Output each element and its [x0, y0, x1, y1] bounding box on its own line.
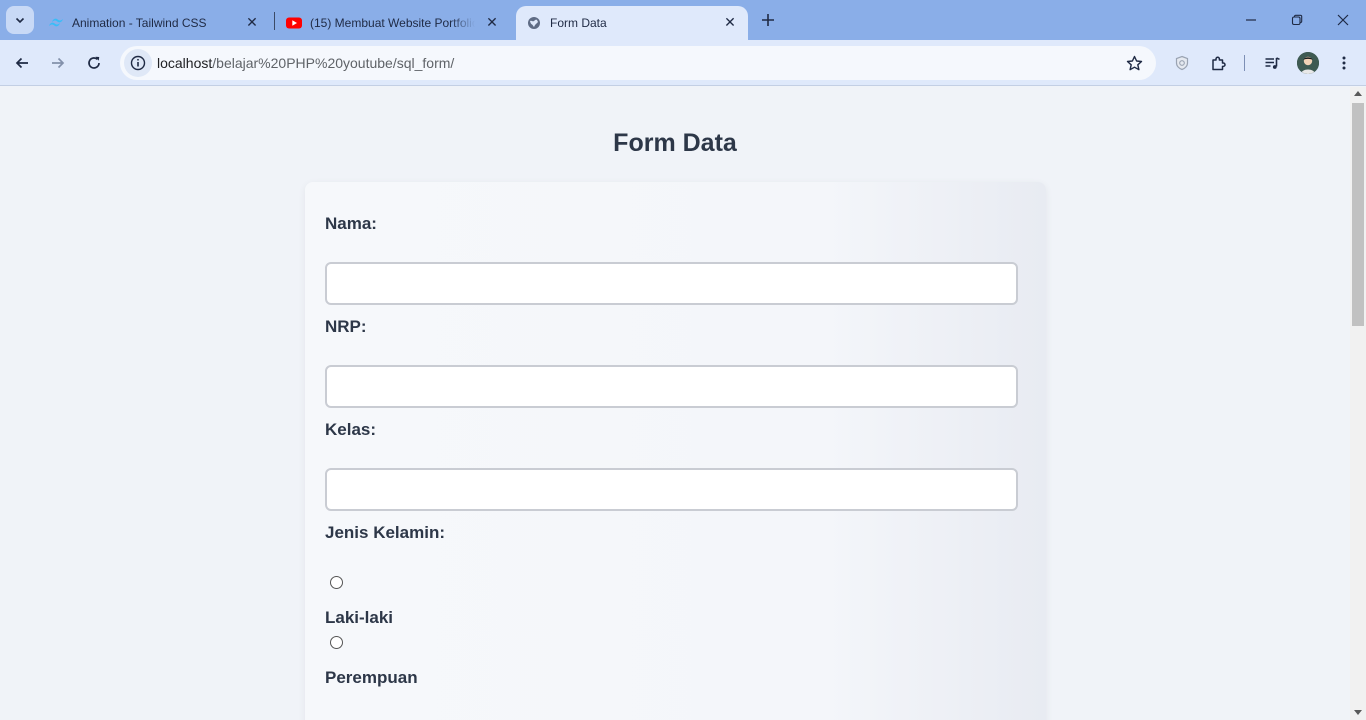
- tab-title: Animation - Tailwind CSS: [72, 16, 207, 30]
- tab-form-data[interactable]: Form Data ✕: [516, 6, 748, 40]
- tab-tailwind[interactable]: Animation - Tailwind CSS ✕: [38, 6, 270, 40]
- tab-title: (15) Membuat Website Portfolio: [310, 16, 475, 30]
- minimize-button[interactable]: [1228, 0, 1274, 40]
- url-path: /belajar%20PHP%20youtube/sql_form/: [212, 55, 455, 71]
- radio-label-laki-laki: Laki-laki: [325, 608, 394, 627]
- extension-shield-button[interactable]: [1168, 49, 1196, 77]
- scroll-thumb[interactable]: [1352, 103, 1364, 326]
- address-bar[interactable]: localhost/belajar%20PHP%20youtube/sql_fo…: [120, 46, 1156, 80]
- back-button[interactable]: [8, 49, 36, 77]
- new-tab-button[interactable]: [756, 8, 780, 32]
- avatar-icon: [1297, 52, 1319, 74]
- scroll-down-arrow[interactable]: [1354, 710, 1362, 715]
- info-icon: [130, 55, 146, 71]
- close-icon[interactable]: ✕: [484, 14, 500, 30]
- page-viewport: Form Data Nama: NRP: Kelas: Jenis Kelami…: [0, 87, 1350, 720]
- reload-icon: [88, 56, 100, 69]
- profile-avatar[interactable]: [1297, 52, 1319, 74]
- url-text[interactable]: localhost/belajar%20PHP%20youtube/sql_fo…: [157, 55, 454, 71]
- bookmark-star-button[interactable]: [1124, 53, 1144, 73]
- close-icon[interactable]: ✕: [722, 14, 738, 30]
- nama-label: Nama:: [325, 214, 377, 233]
- site-info-button[interactable]: [124, 49, 152, 77]
- shield-icon: [1175, 55, 1189, 71]
- form-card: Nama: NRP: Kelas: Jenis Kelamin: Laki-la…: [305, 182, 1046, 720]
- youtube-icon: [286, 15, 302, 31]
- url-host: localhost: [157, 55, 213, 71]
- chrome-menu-button[interactable]: [1330, 49, 1358, 77]
- tab-strip: Animation - Tailwind CSS ✕ (15) Membuat …: [0, 0, 1366, 40]
- nrp-input[interactable]: [325, 365, 1018, 408]
- page-scrollbar[interactable]: [1350, 87, 1366, 720]
- tab-search-button[interactable]: [6, 6, 34, 34]
- arrow-left-icon: [15, 57, 28, 69]
- restore-button[interactable]: [1274, 0, 1320, 40]
- page-title: Form Data: [613, 129, 737, 157]
- restore-icon: [1291, 14, 1303, 26]
- nama-input[interactable]: [325, 262, 1018, 305]
- star-icon: [1126, 55, 1142, 70]
- tab-youtube[interactable]: (15) Membuat Website Portfolio ✕: [276, 6, 510, 40]
- tailwind-icon: [48, 15, 64, 31]
- radio-laki-laki[interactable]: [330, 576, 343, 589]
- radio-label-perempuan: Perempuan: [325, 668, 418, 687]
- plus-icon: [762, 14, 774, 26]
- playlist-music-icon: [1265, 56, 1280, 69]
- forward-button[interactable]: [44, 49, 72, 77]
- tab-separator: [274, 12, 275, 30]
- reload-button[interactable]: [80, 49, 108, 77]
- kelas-label: Kelas:: [325, 420, 377, 439]
- jenis-kelamin-label: Jenis Kelamin:: [325, 523, 445, 542]
- extensions-button[interactable]: [1204, 49, 1232, 77]
- close-icon[interactable]: ✕: [244, 14, 260, 30]
- media-control-button[interactable]: [1258, 49, 1286, 77]
- minimize-icon: [1246, 19, 1256, 21]
- scroll-up-arrow[interactable]: [1354, 91, 1362, 96]
- puzzle-icon: [1211, 56, 1226, 70]
- radio-perempuan[interactable]: [330, 636, 343, 649]
- arrow-right-icon: [52, 57, 65, 69]
- toolbar-divider: [1244, 55, 1245, 71]
- chevron-down-icon: [15, 17, 25, 24]
- more-vertical-icon: [1342, 56, 1346, 70]
- browser-toolbar: localhost/belajar%20PHP%20youtube/sql_fo…: [0, 40, 1366, 86]
- nrp-label: NRP:: [325, 317, 367, 336]
- close-icon: [1337, 14, 1349, 26]
- kelas-input[interactable]: [325, 468, 1018, 511]
- tab-title: Form Data: [550, 16, 607, 30]
- close-window-button[interactable]: [1320, 0, 1366, 40]
- globe-icon: [526, 15, 542, 31]
